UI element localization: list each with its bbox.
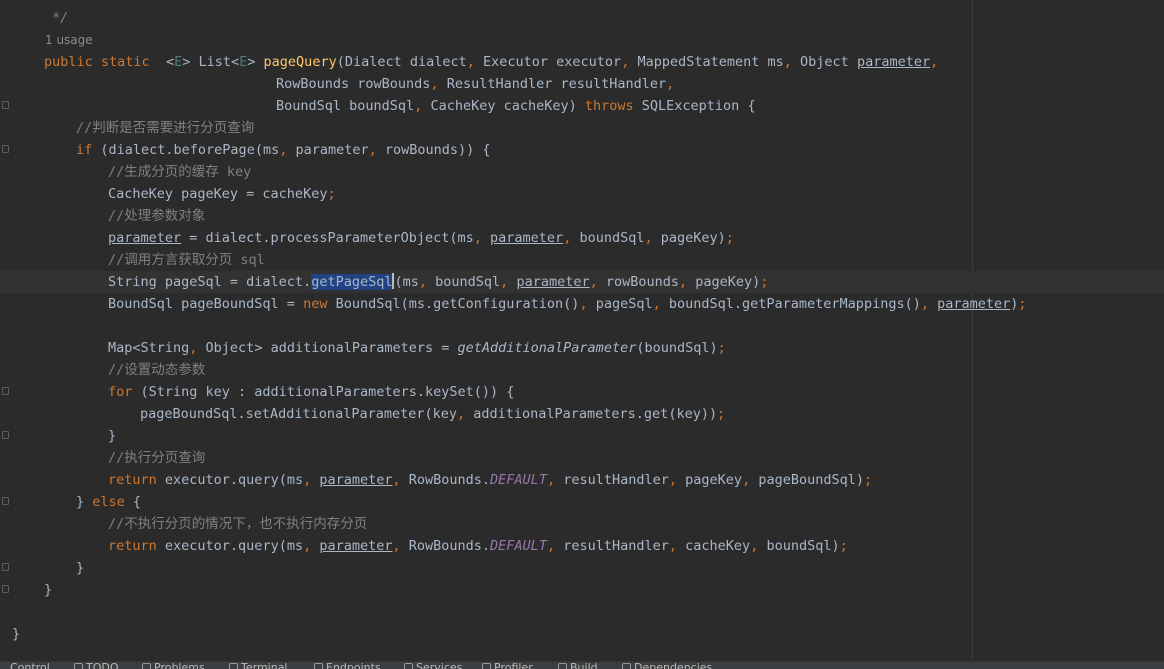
dependencies-icon bbox=[622, 663, 631, 669]
tool-window-profiler[interactable]: Profiler bbox=[482, 662, 533, 669]
code-comment[interactable]: //不执行分页的情况下，也不执行内存分页 bbox=[108, 513, 367, 535]
code-line[interactable]: RowBounds rowBounds, ResultHandler resul… bbox=[276, 73, 674, 95]
code-line[interactable]: return executor.query(ms, parameter, Row… bbox=[108, 535, 848, 557]
fold-marker-icon[interactable] bbox=[2, 585, 9, 593]
editor-gutter bbox=[0, 0, 14, 661]
problems-icon bbox=[142, 663, 151, 669]
tool-window-terminal[interactable]: Terminal bbox=[229, 662, 288, 669]
tool-window-problems[interactable]: Problems bbox=[142, 662, 205, 669]
code-comment[interactable]: //执行分页查询 bbox=[108, 447, 205, 469]
usages-inlay-hint[interactable]: 1 usage bbox=[45, 29, 93, 51]
code-line[interactable]: for (String key : additionalParameters.k… bbox=[108, 381, 514, 403]
fold-marker-icon[interactable] bbox=[2, 563, 9, 571]
code-comment[interactable]: //设置动态参数 bbox=[108, 359, 205, 381]
fold-marker-icon[interactable] bbox=[2, 387, 9, 395]
code-comment[interactable]: //处理参数对象 bbox=[108, 205, 205, 227]
endpoints-icon bbox=[314, 663, 323, 669]
selected-text[interactable]: getPageSql bbox=[311, 274, 393, 290]
tool-window-bar: Control TODO Problems Terminal Endpoints… bbox=[0, 661, 1164, 669]
code-line[interactable]: pageBoundSql.setAdditionalParameter(key,… bbox=[140, 403, 725, 425]
code-line-current[interactable]: String pageSql = dialect.getPageSql (ms, … bbox=[108, 271, 768, 293]
code-line[interactable]: return executor.query(ms, parameter, Row… bbox=[108, 469, 872, 491]
code-comment[interactable]: //调用方言获取分页 sql bbox=[108, 249, 265, 271]
code-line[interactable]: } else { bbox=[76, 491, 141, 513]
fold-marker-icon[interactable] bbox=[2, 497, 9, 505]
code-line[interactable]: BoundSql boundSql, CacheKey cacheKey) th… bbox=[276, 95, 756, 117]
code-editor[interactable]: */ 1 usage public static <E> List<E> pag… bbox=[0, 0, 1164, 661]
code-line[interactable]: } bbox=[108, 425, 116, 447]
tool-window-todo[interactable]: TODO bbox=[74, 662, 119, 669]
tool-window-dependencies[interactable]: Dependencies bbox=[622, 662, 712, 669]
tool-window-build[interactable]: Build bbox=[558, 662, 598, 669]
profiler-icon bbox=[482, 663, 491, 669]
tool-window-services[interactable]: Services bbox=[404, 662, 462, 669]
terminal-icon bbox=[229, 663, 238, 669]
code-line[interactable]: } bbox=[12, 623, 20, 645]
code-comment[interactable]: //生成分页的缓存 key bbox=[108, 161, 251, 183]
javadoc-end: */ bbox=[52, 10, 69, 26]
services-icon bbox=[404, 663, 413, 669]
tool-window-version-control[interactable]: Control bbox=[10, 662, 50, 669]
code-line[interactable]: } bbox=[76, 557, 84, 579]
code-line[interactable]: parameter = dialect.processParameterObje… bbox=[108, 227, 734, 249]
code-line[interactable]: Map<String, Object> additionalParameters… bbox=[108, 337, 726, 359]
code-line[interactable]: } bbox=[44, 579, 52, 601]
todo-icon bbox=[74, 663, 83, 669]
code-line[interactable]: CacheKey pageKey = cacheKey; bbox=[108, 183, 336, 205]
code-line[interactable]: if (dialect.beforePage(ms, parameter, ro… bbox=[76, 139, 491, 161]
code-line[interactable]: BoundSql pageBoundSql = new BoundSql(ms.… bbox=[108, 293, 1027, 315]
fold-marker-icon[interactable] bbox=[2, 101, 9, 109]
tool-window-endpoints[interactable]: Endpoints bbox=[314, 662, 381, 669]
fold-marker-icon[interactable] bbox=[2, 145, 9, 153]
build-icon bbox=[558, 663, 567, 669]
code-comment[interactable]: //判断是否需要进行分页查询 bbox=[76, 117, 254, 139]
right-margin-guide bbox=[972, 0, 973, 661]
fold-marker-icon[interactable] bbox=[2, 431, 9, 439]
code-line[interactable]: public static <E> List<E> pageQuery(Dial… bbox=[44, 51, 938, 73]
